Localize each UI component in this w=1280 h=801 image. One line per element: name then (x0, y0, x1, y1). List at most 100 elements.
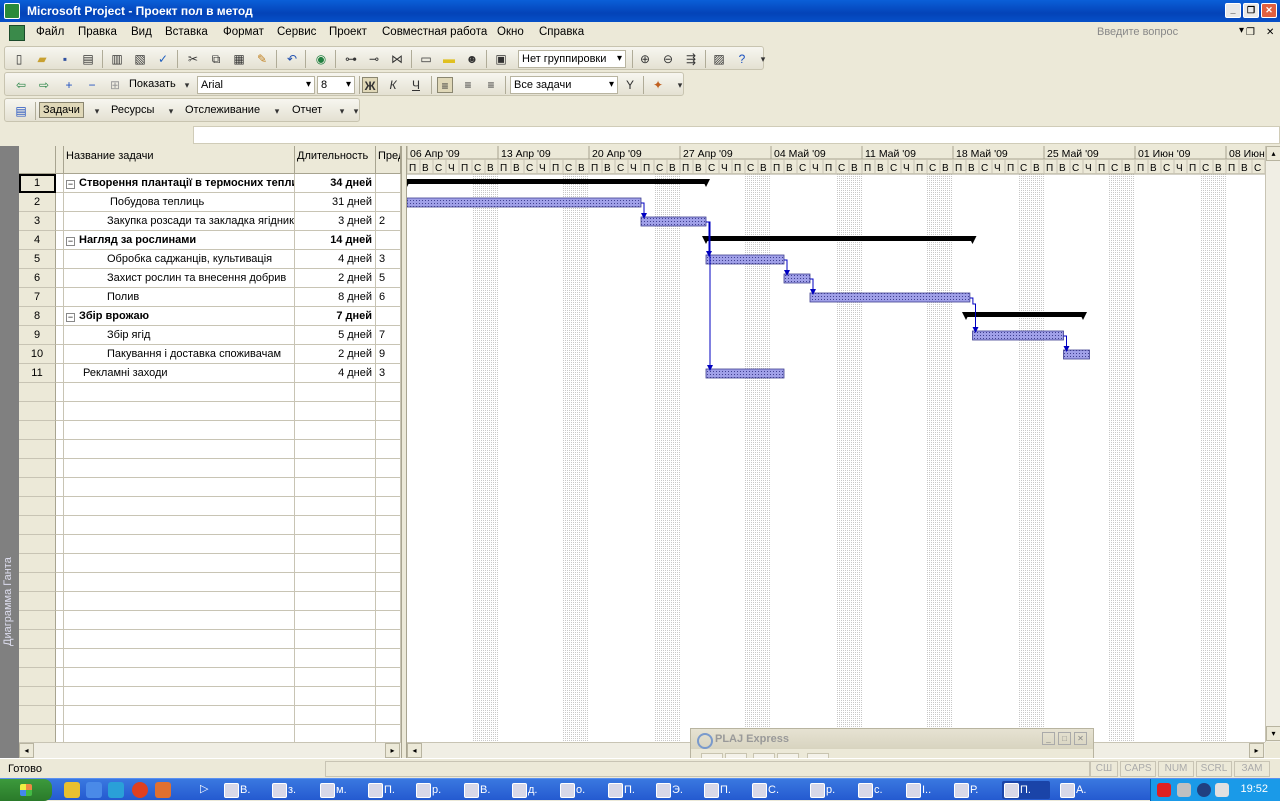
guide-tasks-button[interactable]: Задачи (39, 102, 84, 118)
name-column-header[interactable]: Название задачи (64, 146, 295, 174)
row-indicator[interactable] (56, 725, 64, 742)
save-icon[interactable]: ▪ (57, 51, 73, 67)
collapse-icon[interactable]: − (66, 180, 75, 189)
table-row[interactable]: 4− Нагляд за рослинами 14 дней (19, 231, 401, 250)
row-id[interactable]: 10 (19, 345, 56, 364)
new-icon[interactable]: ▯ (11, 51, 27, 67)
taskbar-item[interactable]: В. (222, 781, 266, 799)
task-predecessors[interactable] (376, 174, 401, 193)
mdi-close-icon[interactable]: ✕ (1266, 27, 1274, 38)
task-duration[interactable]: 31 дней (295, 193, 376, 212)
row-indicator[interactable] (56, 231, 64, 250)
row-indicator[interactable] (56, 440, 64, 459)
task-name[interactable] (64, 592, 295, 611)
task-predecessors[interactable] (376, 440, 401, 459)
task-duration[interactable] (295, 535, 376, 554)
font-select[interactable]: Arial (197, 76, 315, 94)
row-indicator[interactable] (56, 649, 64, 668)
align-center-icon[interactable]: ≡ (460, 77, 476, 93)
row-id[interactable] (19, 459, 56, 478)
entry-field[interactable] (193, 126, 1280, 144)
task-predecessors[interactable]: 9 (376, 345, 401, 364)
row-id[interactable]: 6 (19, 269, 56, 288)
row-id[interactable] (19, 668, 56, 687)
collapse-icon[interactable]: − (66, 313, 75, 322)
guide-tracking-button[interactable]: Отслеживание (185, 104, 260, 116)
row-indicator[interactable] (56, 668, 64, 687)
row-indicator[interactable] (56, 535, 64, 554)
task-duration[interactable] (295, 573, 376, 592)
open-icon[interactable]: ▰ (34, 51, 50, 67)
table-row[interactable] (19, 383, 401, 402)
print-preview-icon[interactable]: ▧ (132, 51, 148, 67)
task-notes-icon[interactable]: ▬ (441, 51, 457, 67)
show-button[interactable]: Показать (129, 78, 176, 90)
row-id[interactable] (19, 421, 56, 440)
show-subtasks-icon[interactable]: + (61, 77, 77, 93)
task-duration[interactable] (295, 554, 376, 573)
table-row[interactable] (19, 649, 401, 668)
task-name[interactable] (64, 725, 295, 742)
table-row[interactable]: 8− Збір врожаю 7 дней (19, 307, 401, 326)
table-row[interactable] (19, 554, 401, 573)
gantt-scroll-left-icon[interactable]: ◂ (407, 743, 422, 758)
task-duration[interactable] (295, 421, 376, 440)
task-name[interactable] (64, 668, 295, 687)
table-row[interactable] (19, 573, 401, 592)
show-outline-icon[interactable]: ⊞ (107, 77, 123, 93)
task-name[interactable]: Обробка саджанців, культивація (64, 250, 295, 269)
bold-button[interactable]: Ж (362, 77, 378, 93)
table-row[interactable] (19, 402, 401, 421)
plaj-maximize-icon[interactable]: □ (1058, 732, 1071, 745)
task-name[interactable] (64, 573, 295, 592)
taskbar-item[interactable]: П. (606, 781, 650, 799)
menu-help[interactable]: Справка (539, 26, 584, 38)
taskbar-item[interactable]: Э. (654, 781, 698, 799)
taskbar-item[interactable]: С. (750, 781, 794, 799)
table-row[interactable] (19, 421, 401, 440)
task-name[interactable] (64, 649, 295, 668)
task-name[interactable] (64, 497, 295, 516)
task-duration[interactable]: 4 дней (295, 364, 376, 383)
vertical-scrollbar[interactable]: ▴ ▾ (1265, 146, 1280, 742)
row-id[interactable] (19, 611, 56, 630)
taskbar-item[interactable]: р. (808, 781, 852, 799)
menu-tools[interactable]: Сервис (277, 26, 316, 38)
row-id[interactable]: 7 (19, 288, 56, 307)
copy-icon[interactable]: ⧉ (208, 51, 224, 67)
task-duration[interactable] (295, 611, 376, 630)
search-file-icon[interactable]: ▤ (80, 51, 96, 67)
row-indicator[interactable] (56, 573, 64, 592)
row-id[interactable] (19, 630, 56, 649)
task-duration[interactable] (295, 668, 376, 687)
table-row[interactable] (19, 668, 401, 687)
taskbar-item[interactable]: А. (1058, 781, 1102, 799)
volume-icon[interactable] (1197, 783, 1211, 797)
table-row[interactable]: 10 Пакування і доставка споживачам 2 дней 9 (19, 345, 401, 364)
scroll-right-icon[interactable]: ▸ (385, 743, 400, 758)
hide-subtasks-icon[interactable]: − (84, 77, 100, 93)
task-predecessors[interactable] (376, 459, 401, 478)
menu-view[interactable]: Вид (131, 26, 152, 38)
task-predecessors[interactable] (376, 687, 401, 706)
row-indicator[interactable] (56, 554, 64, 573)
row-indicator[interactable] (56, 402, 64, 421)
publish-icon[interactable]: ▣ (493, 51, 509, 67)
task-name[interactable] (64, 440, 295, 459)
table-row[interactable]: 7 Полив 8 дней 6 (19, 288, 401, 307)
task-duration[interactable]: 8 дней (295, 288, 376, 307)
help-icon[interactable]: ? (734, 51, 750, 67)
task-predecessors[interactable] (376, 193, 401, 212)
task-predecessors[interactable] (376, 630, 401, 649)
table-row[interactable] (19, 706, 401, 725)
task-info-icon[interactable]: ▭ (418, 51, 434, 67)
underline-button[interactable]: Ч (408, 77, 424, 93)
task-duration[interactable]: 34 дней (295, 174, 376, 193)
row-id[interactable]: 4 (19, 231, 56, 250)
outdent-icon[interactable]: ⇦ (13, 77, 29, 93)
row-indicator[interactable] (56, 592, 64, 611)
task-predecessors[interactable] (376, 307, 401, 326)
table-row[interactable] (19, 535, 401, 554)
taskbar-item[interactable]: П. (1002, 781, 1050, 799)
scroll-left-icon[interactable]: ◂ (19, 743, 34, 758)
